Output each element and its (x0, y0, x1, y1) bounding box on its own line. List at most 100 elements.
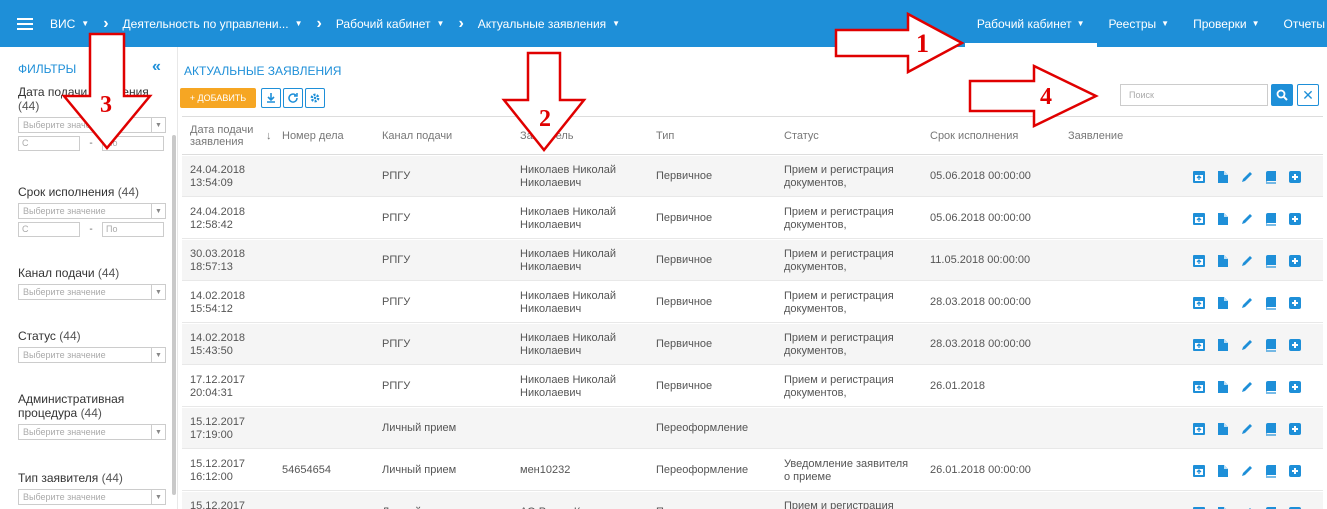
notebook-icon[interactable] (1264, 254, 1278, 268)
cell-status: Прием и регистрация документов, (784, 499, 894, 509)
col-type[interactable]: Тип (656, 117, 674, 155)
notebook-icon[interactable] (1264, 338, 1278, 352)
breadcrumb-item-activity[interactable]: Деятельность по управлени... (123, 17, 289, 31)
filter-select[interactable]: Выберите значение ▼ (18, 347, 166, 363)
search-input[interactable]: Поиск (1120, 84, 1268, 106)
table-row[interactable]: 17.12.2017 20:04:31 РПГУ Николаев Николай Н… (182, 366, 1323, 407)
open-in-window-icon[interactable] (1192, 212, 1206, 226)
deadline-from-input[interactable]: С (18, 222, 80, 237)
col-channel[interactable]: Канал подачи (382, 117, 452, 155)
open-in-window-icon[interactable] (1192, 170, 1206, 184)
filter-select[interactable]: Выберите значение ▼ (18, 203, 166, 219)
document-icon[interactable] (1216, 296, 1230, 310)
document-icon[interactable] (1216, 212, 1230, 226)
notebook-icon[interactable] (1264, 464, 1278, 478)
table-row[interactable]: 30.03.2018 18:57:13 РПГУ Николаев Николай Н… (182, 240, 1323, 281)
plus-square-icon[interactable] (1288, 506, 1302, 509)
table-row[interactable]: 15.12.201716:07:00 Личный прием АО Рога и … (182, 492, 1323, 509)
table-row[interactable]: 24.04.2018 13:54:09 РПГУ Николаев Николай Н… (182, 156, 1323, 197)
plus-square-icon[interactable] (1288, 338, 1302, 352)
table-row[interactable]: 14.02.2018 15:54:12 РПГУ Николаев Николай Н… (182, 282, 1323, 323)
plus-square-icon[interactable] (1288, 380, 1302, 394)
plus-square-icon[interactable] (1288, 212, 1302, 226)
table-row[interactable]: 24.04.2018 12:58:42 РПГУ Николаев Николай Н… (182, 198, 1323, 239)
col-deadline[interactable]: Срок исполнения (930, 117, 1018, 155)
collapse-icon[interactable]: « (152, 58, 161, 76)
pencil-icon[interactable] (1240, 422, 1254, 436)
sort-down-icon[interactable]: ↓ (266, 117, 272, 155)
col-date[interactable]: Дата подачи заявления (190, 117, 260, 155)
open-in-window-icon[interactable] (1192, 254, 1206, 268)
open-in-window-icon[interactable] (1192, 464, 1206, 478)
col-applicant[interactable]: Заявитель (520, 117, 574, 155)
nav-item-registries[interactable]: Реестры ▼ (1097, 0, 1182, 47)
date-from-input[interactable]: С (18, 136, 80, 151)
notebook-icon[interactable] (1264, 212, 1278, 226)
search-button[interactable] (1271, 84, 1293, 106)
pencil-icon[interactable] (1240, 170, 1254, 184)
download-button[interactable] (261, 88, 281, 108)
table-row[interactable]: 15.12.2017 17:19:00 Личный прием Переоформл… (182, 408, 1323, 449)
nav-item-inspections[interactable]: Проверки ▼ (1181, 0, 1271, 47)
chevron-down-icon[interactable]: ▼ (295, 19, 303, 28)
pencil-icon[interactable] (1240, 296, 1254, 310)
open-in-window-icon[interactable] (1192, 506, 1206, 509)
col-case-number[interactable]: Номер дела (282, 117, 344, 155)
open-in-window-icon[interactable] (1192, 296, 1206, 310)
cell-deadline (930, 408, 1060, 449)
open-in-window-icon[interactable] (1192, 380, 1206, 394)
plus-square-icon[interactable] (1288, 170, 1302, 184)
document-icon[interactable] (1216, 254, 1230, 268)
pencil-icon[interactable] (1240, 254, 1254, 268)
document-icon[interactable] (1216, 506, 1230, 509)
notebook-icon[interactable] (1264, 422, 1278, 436)
pencil-icon[interactable] (1240, 506, 1254, 509)
plus-square-icon[interactable] (1288, 422, 1302, 436)
chevron-down-icon[interactable]: ▼ (437, 19, 445, 28)
filter-select[interactable]: Выберите значение ▼ (18, 117, 166, 133)
open-in-window-icon[interactable] (1192, 338, 1206, 352)
nav-item-reports[interactable]: Отчеты (1272, 0, 1327, 47)
chevron-down-icon[interactable]: ▼ (81, 19, 89, 28)
chevron-down-icon[interactable]: ▼ (612, 19, 620, 28)
plus-square-icon[interactable] (1288, 464, 1302, 478)
pencil-icon[interactable] (1240, 464, 1254, 478)
notebook-icon[interactable] (1264, 170, 1278, 184)
table-row[interactable]: 15.12.2017 16:12:00 54654654 Личный прием ме… (182, 450, 1323, 491)
hamburger-menu-icon[interactable] (0, 0, 50, 47)
table-row[interactable]: 14.02.2018 15:43:50 РПГУ Николаев Николай Н… (182, 324, 1323, 365)
pencil-icon[interactable] (1240, 212, 1254, 226)
plus-square-icon[interactable] (1288, 296, 1302, 310)
breadcrumb-item-cabinet[interactable]: Рабочий кабинет (336, 17, 431, 31)
col-status[interactable]: Статус (784, 117, 819, 155)
notebook-icon[interactable] (1264, 506, 1278, 509)
notebook-icon[interactable] (1264, 296, 1278, 310)
clear-search-button[interactable]: ✕ (1297, 84, 1319, 106)
plus-square-icon[interactable] (1288, 254, 1302, 268)
open-in-window-icon[interactable] (1192, 422, 1206, 436)
pencil-icon[interactable] (1240, 380, 1254, 394)
add-button[interactable]: + ДОБАВИТЬ (180, 88, 256, 108)
document-icon[interactable] (1216, 338, 1230, 352)
document-icon[interactable] (1216, 380, 1230, 394)
notebook-icon[interactable] (1264, 380, 1278, 394)
filter-select[interactable]: Выберите значение ▼ (18, 284, 166, 300)
document-icon[interactable] (1216, 464, 1230, 478)
settings-button[interactable] (305, 88, 325, 108)
breadcrumb-item-current[interactable]: Актуальные заявления (478, 17, 606, 31)
filter-select[interactable]: Выберите значение ▼ (18, 424, 166, 440)
cell-case-number (282, 408, 372, 449)
document-icon[interactable] (1216, 170, 1230, 184)
date-to-input[interactable]: По (102, 136, 164, 151)
deadline-to-input[interactable]: По (102, 222, 164, 237)
pencil-icon[interactable] (1240, 338, 1254, 352)
col-application[interactable]: Заявление (1068, 117, 1123, 155)
refresh-button[interactable] (283, 88, 303, 108)
app-name[interactable]: ВИС (50, 17, 75, 31)
document-icon[interactable] (1216, 422, 1230, 436)
cell-deadline: 26.01.2018 (930, 380, 986, 392)
nav-item-cabinet[interactable]: Рабочий кабинет ▼ (964, 0, 1097, 47)
sidebar-scrollbar[interactable] (172, 135, 176, 495)
filter-select[interactable]: Выберите значение ▼ (18, 489, 166, 505)
cell-status: Прием и регистрация документов, (784, 331, 894, 357)
